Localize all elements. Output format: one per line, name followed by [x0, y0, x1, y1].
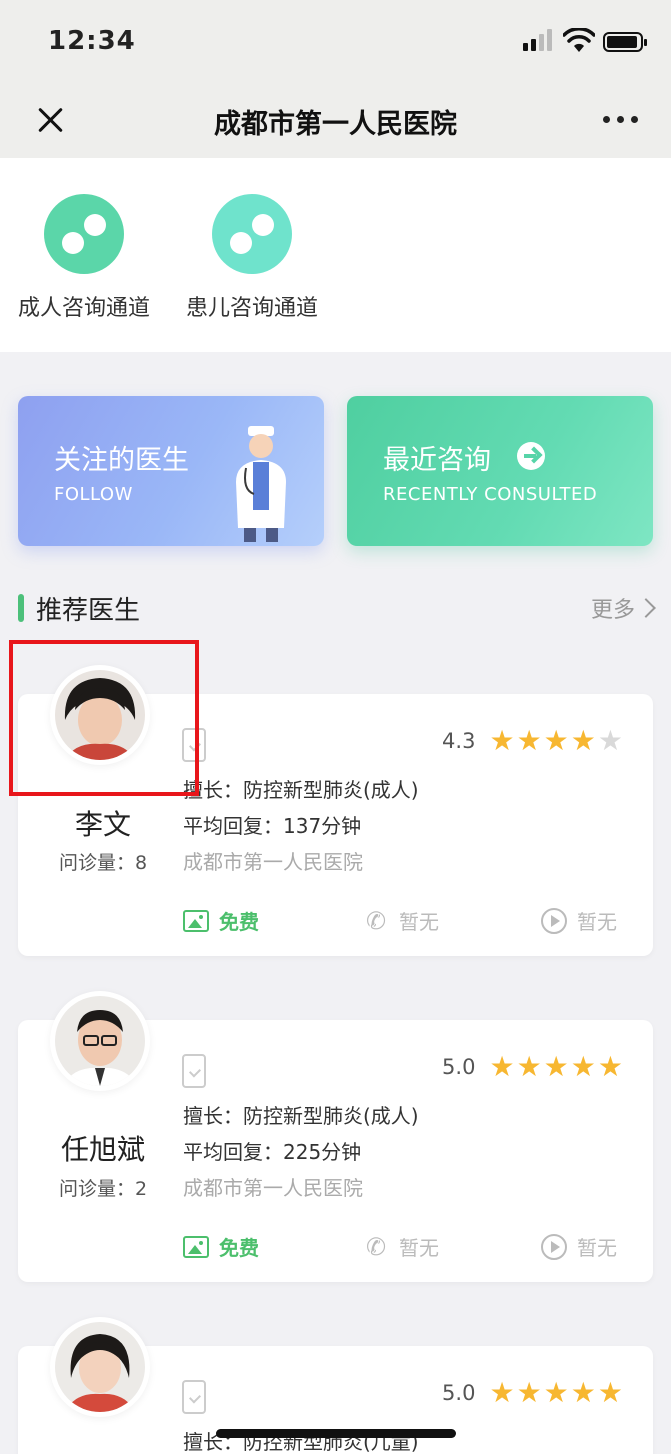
highlight-box	[9, 640, 199, 796]
phone-consult-status: 暂无	[399, 910, 439, 934]
mobile-consult-icon	[182, 1380, 206, 1414]
pill-icon	[44, 194, 124, 274]
wifi-icon	[563, 28, 595, 52]
doctor-illustration-icon	[236, 426, 286, 542]
star-icon: ★	[516, 1376, 542, 1409]
doctor-photo	[55, 996, 145, 1086]
status-bar: 12:34	[0, 0, 671, 82]
rating-value: 5.0	[442, 1381, 476, 1405]
more-doctors-link[interactable]: 更多	[590, 592, 656, 624]
doctor-name: 李文	[74, 808, 131, 841]
star-icon: ★	[489, 724, 515, 757]
chevron-right-icon	[636, 598, 656, 618]
doctor-specialty: 擅长：防控新型肺炎(成人)	[183, 778, 419, 802]
star-icon: ★	[570, 1376, 596, 1409]
image-icon	[183, 909, 209, 932]
rating-value: 5.0	[442, 1055, 476, 1079]
recommended-doctors-header: 推荐医生 更多	[0, 588, 671, 628]
more-options-button[interactable]	[603, 116, 639, 124]
phone-consult-status: 暂无	[399, 1236, 439, 1260]
video-consult-status: 暂无	[577, 910, 617, 934]
page-title: 成都市第一人民医院	[214, 109, 457, 140]
star-icon: ★	[597, 1050, 623, 1083]
avatar[interactable]	[50, 1317, 150, 1417]
doctor-hospital: 成都市第一人民医院	[183, 1176, 363, 1200]
play-icon	[541, 907, 567, 934]
star-icon: ★	[570, 724, 596, 757]
banner-follow-subtitle: FOLLOW	[54, 484, 133, 505]
doctor-photo	[55, 1322, 145, 1412]
doctor-consult-count: 问诊量：8	[58, 852, 148, 874]
star-icon: ★	[489, 1376, 515, 1409]
doctor-hospital: 成都市第一人民医院	[183, 850, 363, 874]
star-icon: ★	[516, 724, 542, 757]
rating: 4.3 ★ ★ ★ ★ ★	[442, 726, 623, 756]
doctor-avg-reply: 平均回复：137分钟	[183, 814, 362, 838]
status-icons	[523, 28, 647, 54]
star-icon: ★	[489, 1050, 515, 1083]
play-icon	[541, 1233, 567, 1260]
banner-recent-title: 最近咨询	[383, 445, 491, 476]
star-icon: ★	[516, 1050, 542, 1083]
phone-consult-service[interactable]: ✆ 暂无	[363, 1232, 439, 1261]
image-consult-service[interactable]: 免费	[183, 906, 259, 935]
channel-adult-label: 成人咨询通道	[18, 296, 151, 321]
channel-child-label: 患儿咨询通道	[186, 296, 319, 321]
section-accent-bar	[18, 594, 24, 622]
star-icon: ★	[543, 1376, 569, 1409]
doctor-name: 任旭斌	[60, 1133, 145, 1166]
more-label: 更多	[590, 598, 635, 623]
avatar[interactable]	[50, 991, 150, 1091]
image-consult-price: 免费	[219, 1236, 259, 1260]
followed-doctors-banner[interactable]: 关注的医生 FOLLOW	[18, 396, 324, 546]
doctor-specialty: 擅长：防控新型肺炎(成人)	[183, 1104, 419, 1128]
star-icon: ★	[543, 724, 569, 757]
channel-adult[interactable]: 成人咨询通道	[18, 194, 178, 324]
rating: 5.0 ★ ★ ★ ★ ★	[442, 1052, 623, 1082]
image-icon	[183, 1235, 209, 1258]
image-consult-price: 免费	[219, 910, 259, 934]
video-consult-service[interactable]: 暂无	[541, 1232, 617, 1261]
section-title: 推荐医生	[36, 596, 141, 626]
banner-recent-subtitle: RECENTLY CONSULTED	[383, 484, 598, 505]
video-consult-status: 暂无	[577, 1236, 617, 1260]
home-indicator	[216, 1429, 456, 1438]
star-icon: ★	[597, 724, 623, 757]
recent-consult-banner[interactable]: 最近咨询 RECENTLY CONSULTED	[347, 396, 653, 546]
channel-panel: 成人咨询通道 患儿咨询通道	[0, 158, 671, 352]
phone-consult-service[interactable]: ✆ 暂无	[363, 906, 439, 935]
doctor-avg-reply: 平均回复：225分钟	[183, 1140, 362, 1164]
banner-follow-title: 关注的医生	[54, 445, 189, 476]
navbar: 成都市第一人民医院	[0, 82, 671, 158]
video-consult-service[interactable]: 暂无	[541, 906, 617, 935]
doctor-consult-count: 问诊量：2	[58, 1178, 148, 1200]
arrow-right-icon	[517, 442, 545, 470]
star-icon: ★	[570, 1050, 596, 1083]
star-icon: ★	[543, 1050, 569, 1083]
star-icon: ★	[597, 1376, 623, 1409]
phone-icon: ✆	[365, 906, 387, 935]
pill-icon	[212, 194, 292, 274]
battery-icon	[603, 32, 647, 52]
channel-child[interactable]: 患儿咨询通道	[186, 194, 346, 324]
phone-icon: ✆	[365, 1232, 387, 1261]
status-time: 12:34	[48, 26, 136, 56]
rating: 5.0 ★ ★ ★ ★ ★	[442, 1378, 623, 1408]
image-consult-service[interactable]: 免费	[183, 1232, 259, 1261]
rating-value: 4.3	[442, 729, 476, 753]
mobile-consult-icon	[182, 1054, 206, 1088]
